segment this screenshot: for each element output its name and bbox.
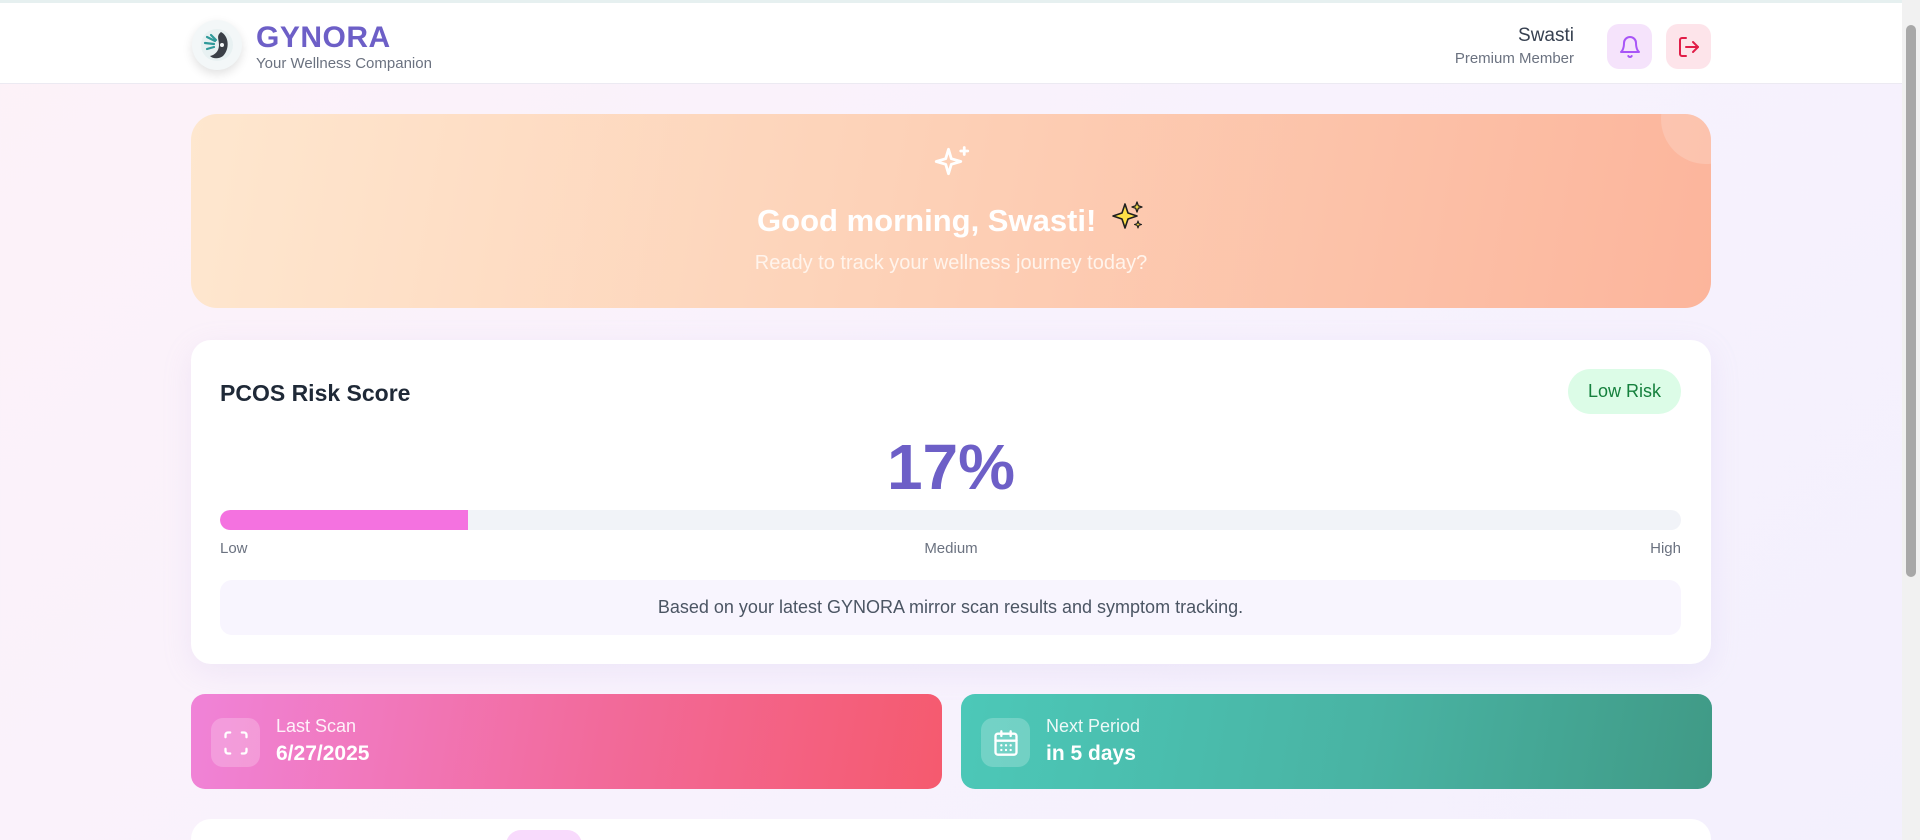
next-period-card[interactable]: Next Period in 5 days	[961, 694, 1712, 789]
logo-icon	[201, 29, 233, 61]
greeting-banner: Good morning, Swasti! Ready to track you…	[191, 114, 1711, 308]
risk-progress-fill	[220, 510, 469, 530]
risk-level-badge: Low Risk	[1567, 369, 1681, 414]
logout-icon	[1678, 36, 1699, 57]
scale-label-medium: Medium	[924, 540, 978, 557]
risk-card-title: PCOS Risk Score	[220, 380, 411, 406]
greeting-subtitle: Ready to track your wellness journey tod…	[754, 252, 1148, 274]
brand-title: GYNORA	[256, 21, 391, 54]
pcos-risk-card: PCOS Risk Score Low Risk 17% Low Medium …	[191, 340, 1711, 664]
next-period-value: in 5 days	[1046, 742, 1136, 765]
calendar-icon	[993, 729, 1018, 756]
last-scan-card[interactable]: Last Scan 6/27/2025	[191, 694, 942, 789]
logout-button[interactable]	[1666, 24, 1711, 69]
sparkles-emoji-icon	[1111, 199, 1145, 241]
app-logo[interactable]	[192, 20, 242, 70]
page-scrollbar[interactable]	[1902, 0, 1920, 840]
app-header: GYNORA Your Wellness Companion Swasti Pr…	[0, 3, 1902, 84]
risk-progress-track	[220, 510, 1681, 530]
risk-note: Based on your latest GYNORA mirror scan …	[220, 580, 1681, 635]
sparkles-icon	[934, 146, 970, 176]
greeting-title: Good morning, Swasti!	[191, 199, 1711, 244]
next-period-label: Next Period	[1046, 716, 1141, 736]
scan-icon-wrap	[211, 718, 260, 767]
last-scan-label: Last Scan	[276, 716, 357, 736]
scan-icon	[223, 730, 248, 755]
decorative-circle	[1661, 114, 1711, 164]
risk-score-value: 17%	[886, 431, 1016, 503]
next-section-card	[191, 819, 1711, 840]
greeting-text: Good morning, Swasti!	[757, 203, 1097, 239]
scale-label-high: High	[1650, 540, 1681, 557]
bell-icon	[1619, 35, 1640, 58]
calendar-icon-wrap	[981, 718, 1030, 767]
scrollbar-thumb[interactable]	[1906, 25, 1916, 577]
notifications-button[interactable]	[1607, 24, 1652, 69]
last-scan-value: 6/27/2025	[276, 742, 370, 765]
user-tier: Premium Member	[1454, 50, 1574, 67]
brand-subtitle: Your Wellness Companion	[256, 55, 432, 72]
user-name: Swasti	[1518, 25, 1574, 46]
section-pill	[506, 830, 582, 840]
